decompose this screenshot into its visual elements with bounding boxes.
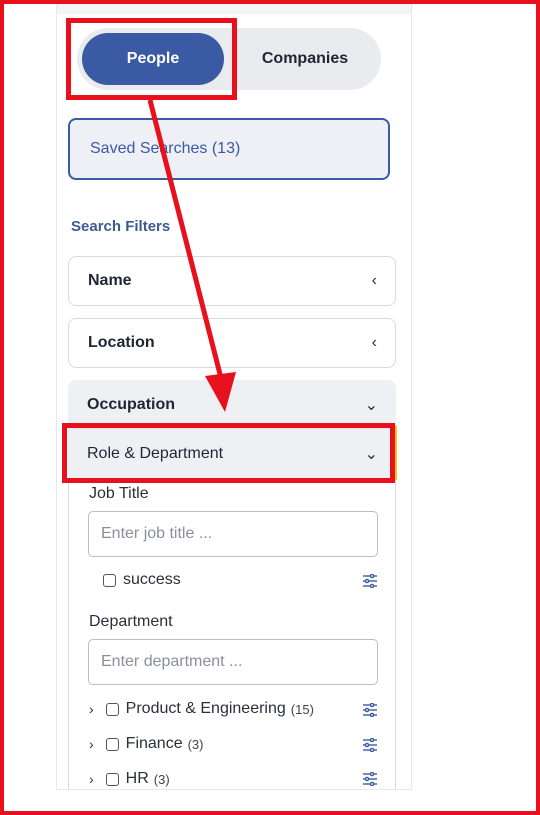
department-item-count: (3) bbox=[187, 736, 204, 752]
expand-arrow-icon[interactable]: › bbox=[89, 736, 94, 752]
occupation-filter-label: Occupation bbox=[87, 396, 176, 413]
department-item-count: (3) bbox=[153, 771, 170, 787]
job-title-suggestion[interactable]: success bbox=[103, 571, 181, 589]
panel-top-strip bbox=[57, 0, 411, 14]
checkbox[interactable] bbox=[103, 573, 116, 587]
department-item-label: Product & Engineering bbox=[125, 700, 286, 717]
location-filter[interactable]: Location ‹ bbox=[68, 318, 396, 368]
department-item[interactable]: › HR (3) bbox=[89, 770, 170, 788]
location-filter-label: Location bbox=[88, 334, 155, 351]
name-filter-label: Name bbox=[88, 272, 132, 289]
saved-searches-button[interactable]: Saved Searches (13) bbox=[68, 118, 390, 180]
chevron-down-icon: ⌄ bbox=[364, 397, 378, 414]
department-item-count: (15) bbox=[290, 701, 314, 717]
department-input[interactable] bbox=[88, 639, 378, 685]
department-item-label: Finance bbox=[125, 735, 183, 752]
saved-searches-label: Saved Searches (13) bbox=[90, 140, 241, 157]
role-department-filter[interactable]: Role & Department ⌄ bbox=[68, 428, 396, 478]
highlight-edge bbox=[394, 426, 397, 480]
department-label: Department bbox=[89, 613, 173, 630]
expand-arrow-icon[interactable]: › bbox=[89, 701, 94, 717]
name-filter[interactable]: Name ‹ bbox=[68, 256, 396, 306]
suggestion-label: success bbox=[123, 571, 181, 588]
entity-toggle: People Companies bbox=[77, 28, 381, 90]
companies-tab[interactable]: Companies bbox=[237, 33, 373, 85]
occupation-filter[interactable]: Occupation ⌄ bbox=[68, 380, 396, 430]
chevron-down-icon: ⌄ bbox=[364, 445, 378, 463]
people-tab[interactable]: People bbox=[82, 33, 224, 85]
filter-settings-icon[interactable] bbox=[362, 738, 378, 752]
expand-arrow-icon[interactable]: › bbox=[89, 771, 94, 787]
job-title-input[interactable] bbox=[88, 511, 378, 557]
filter-settings-icon[interactable] bbox=[362, 703, 378, 717]
job-title-label: Job Title bbox=[89, 485, 149, 502]
search-filters-heading: Search Filters bbox=[71, 218, 171, 235]
role-department-label: Role & Department bbox=[87, 444, 224, 462]
department-item[interactable]: › Product & Engineering (15) bbox=[89, 700, 314, 718]
checkbox[interactable] bbox=[105, 772, 119, 786]
chevron-left-icon: ‹ bbox=[371, 272, 377, 289]
filter-settings-icon[interactable] bbox=[362, 772, 378, 786]
filter-settings-icon[interactable] bbox=[362, 574, 378, 588]
department-item[interactable]: › Finance (3) bbox=[89, 735, 203, 753]
checkbox[interactable] bbox=[105, 702, 119, 716]
checkbox[interactable] bbox=[105, 737, 119, 751]
chevron-left-icon: ‹ bbox=[371, 334, 377, 351]
department-item-label: HR bbox=[125, 770, 149, 787]
filter-sidebar: People Companies Saved Searches (13) Sea… bbox=[56, 0, 412, 790]
